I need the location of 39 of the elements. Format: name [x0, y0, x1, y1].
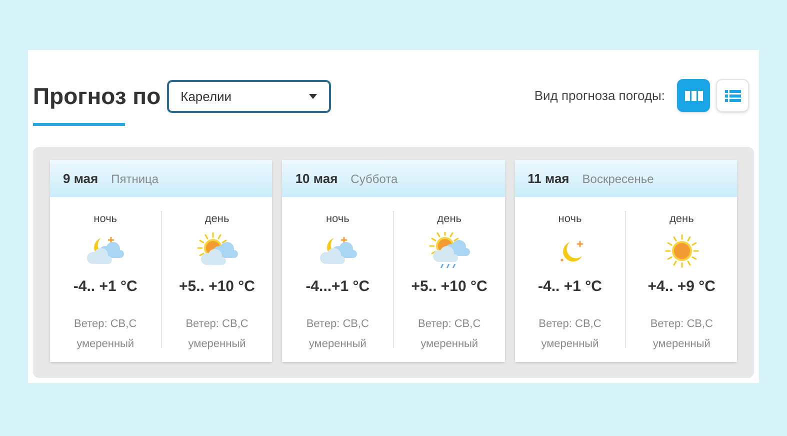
day-date: 11 мая [528, 170, 570, 188]
wind-strength: умеренный [420, 336, 478, 352]
view-toggle-button[interactable] [677, 79, 710, 112]
temperature: -4...+1 °C [306, 276, 370, 296]
weather-icon [427, 232, 472, 270]
wind-strength: умеренный [541, 336, 599, 352]
wind-strength: умеренный [188, 336, 246, 352]
wind-direction: Ветер: СВ,С [418, 317, 481, 332]
wind-direction: Ветер: СВ,С [74, 317, 137, 332]
weekday: Воскресенье [582, 170, 654, 188]
period-label: день [204, 212, 230, 227]
weekday: Суббота [350, 170, 398, 188]
page-title: Прогноз по [33, 82, 161, 111]
day-date: 10 мая [295, 170, 338, 188]
wind-direction: Ветер: СВ,С [306, 317, 369, 332]
wind-direction: Ветер: СВ,С [186, 317, 248, 332]
temperature: +4.. +9 °C [648, 276, 716, 296]
day-date: 9 мая [63, 170, 98, 188]
view-toggle-button[interactable] [716, 79, 749, 112]
temperature: +5.. +10 °C [178, 276, 256, 296]
wind-direction: Ветер: СВ,С [538, 317, 602, 332]
view-label: Вид прогноза погоды: [534, 86, 665, 105]
period-label: день [669, 212, 694, 227]
caret-icon [308, 94, 317, 99]
temperature: +5.. +10 °C [411, 276, 488, 296]
wind-direction: Ветер: СВ,С [650, 317, 713, 332]
wind-strength: умеренный [76, 336, 134, 352]
list-icon [724, 90, 740, 102]
temperature: -4.. +1 °C [538, 276, 602, 296]
temperature: -4.. +1 °C [73, 276, 138, 296]
period-label: ночь [94, 212, 118, 227]
period-label: ночь [558, 212, 582, 227]
wind-strength: умеренный [308, 336, 366, 352]
region-select[interactable]: Карелии [166, 80, 331, 113]
period-label: день [437, 212, 462, 227]
weekday: Пятница [111, 170, 159, 188]
period-label: ночь [326, 212, 350, 227]
columns-icon [684, 90, 702, 100]
wind-strength: умеренный [652, 336, 710, 352]
